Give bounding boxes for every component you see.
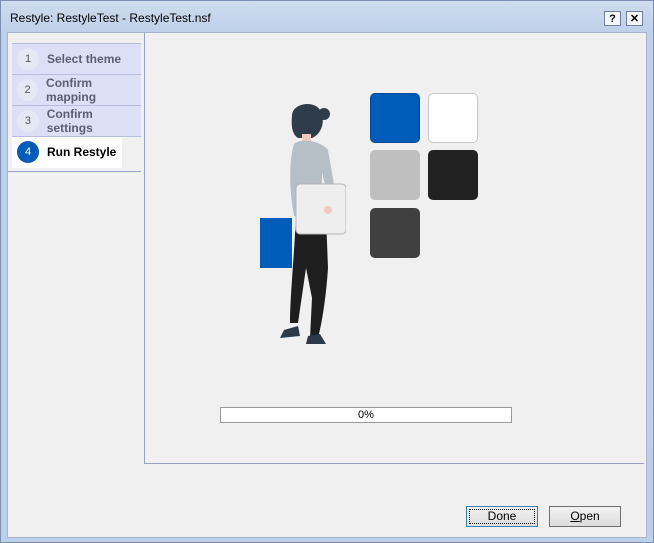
restyle-window: Restyle: RestyleTest - RestyleTest.nsf ?… (0, 0, 654, 543)
done-button[interactable]: Done (466, 506, 538, 527)
step-select-theme[interactable]: 1 Select theme (12, 43, 141, 75)
open-button-accelerator: O (570, 509, 580, 523)
step-confirm-settings[interactable]: 3 Confirm settings (12, 106, 141, 137)
step-label: Select theme (47, 52, 122, 66)
step-number: 1 (17, 48, 39, 70)
wizard-steps: 1 Select theme 2 Confirm mapping 3 Confi… (12, 33, 146, 168)
swatch-light-gray (370, 150, 420, 200)
blue-bag-shape (260, 218, 292, 268)
swatch-dark-gray (370, 208, 420, 258)
step-number: 4 (17, 141, 39, 163)
title-bar[interactable]: Restyle: RestyleTest - RestyleTest.nsf ?… (1, 1, 653, 33)
person-illustration (260, 104, 346, 344)
right-shoe-shape (306, 334, 326, 344)
window-title: Restyle: RestyleTest - RestyleTest.nsf (10, 11, 211, 25)
step-label: Run Restyle (47, 145, 117, 159)
held-swatch-card (295, 183, 346, 235)
step-label: Confirm settings (46, 107, 93, 135)
help-button[interactable]: ? (604, 11, 621, 26)
open-button-label-rest: pen (579, 509, 600, 523)
step-number: 3 (17, 110, 39, 132)
hand-shape (324, 206, 332, 214)
step-label: Confirm mapping (46, 76, 97, 104)
step-run-restyle[interactable]: 4 Run Restyle (12, 137, 122, 168)
wizard-client-area: 1 Select theme 2 Confirm mapping 3 Confi… (7, 32, 647, 538)
close-button[interactable]: ✕ (626, 11, 643, 26)
restyle-progress-bar: 0% (220, 407, 512, 423)
content-border-left (144, 33, 145, 464)
step-number: 2 (17, 79, 39, 101)
hair-shape (291, 104, 323, 138)
open-button[interactable]: Open (549, 506, 621, 527)
step-confirm-mapping[interactable]: 2 Confirm mapping (12, 75, 141, 106)
left-shoe-shape (280, 326, 300, 338)
hair-bun-shape (318, 108, 330, 120)
swatch-white (428, 93, 478, 143)
swatch-blue (370, 93, 420, 143)
swatch-black (428, 150, 478, 200)
steps-divider (8, 171, 141, 172)
content-border-bottom (144, 463, 644, 464)
progress-text: 0% (358, 409, 374, 421)
